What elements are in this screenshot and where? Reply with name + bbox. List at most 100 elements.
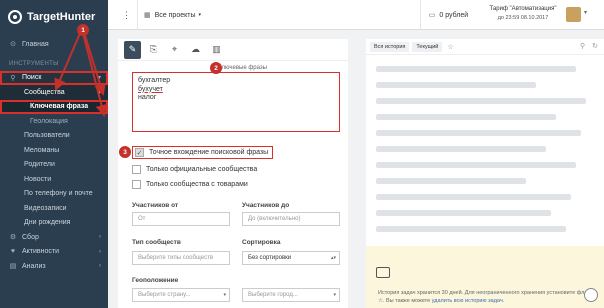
exact-match-label: Точное вхождение поисковой фразы: [149, 149, 269, 156]
sidebar-item-collection[interactable]: ⚙ Сбор ›: [0, 230, 108, 245]
keyword-line: бухгалтер: [138, 77, 171, 84]
members-from-placeholder: От: [138, 216, 146, 222]
tariff-info[interactable]: Тариф "Автоматизация" до 23:59 08.10.201…: [480, 5, 566, 23]
sort-select[interactable]: Без сортировки ▴▾: [242, 251, 340, 265]
chart-icon: ▤: [9, 263, 17, 271]
topbar: ⋮ ▦ Все проекты ▾ ▭ 0 рублей Тариф "Авто…: [108, 0, 604, 30]
balance[interactable]: ▭ 0 рублей: [420, 0, 476, 30]
chevron-down-icon: ▾: [333, 292, 336, 298]
balance-value: 0 рублей: [439, 11, 469, 19]
search-form-card: ✎ ⎘ ⌖ ☁ ▥ Ключевые фразы бухгалтер бухуч…: [118, 39, 348, 308]
with-goods-checkbox[interactable]: Только сообщества с товарами: [132, 178, 248, 191]
sidebar-item-activity[interactable]: ♥ Активности ›: [0, 245, 108, 260]
official-only-checkbox[interactable]: Только официальные сообщества: [132, 163, 257, 176]
keyword-line: налог: [138, 94, 157, 101]
main-content: ✎ ⎘ ⌖ ☁ ▥ Ключевые фразы бухгалтер бухуч…: [108, 30, 604, 308]
projects-dropdown[interactable]: ▦ Все проекты ▾: [144, 8, 201, 22]
sidebar-item-label: Родители: [24, 161, 55, 169]
chevron-right-icon: ›: [99, 234, 101, 241]
chevron-right-icon: ›: [99, 263, 101, 270]
sidebar-item-label: Поиск: [22, 74, 42, 82]
checkbox-icon: [132, 180, 141, 189]
video-icon[interactable]: [376, 267, 390, 278]
history-entry: [376, 162, 576, 168]
edit-icon[interactable]: ✎: [124, 40, 141, 59]
tariff-name: Тариф "Автоматизация": [489, 6, 557, 12]
exact-match-checkbox[interactable]: ✓ Точное вхождение поисковой фразы: [132, 146, 274, 159]
official-only-label: Только официальные сообщества: [146, 166, 258, 173]
chat-icon[interactable]: [584, 288, 598, 302]
sidebar-item-label: Ключевая фраза: [30, 103, 89, 111]
history-entry: [376, 226, 566, 232]
star-icon[interactable]: ☆: [447, 43, 453, 51]
community-type-label: Тип сообществ: [132, 239, 181, 246]
sidebar-item-parents[interactable]: Родители: [0, 158, 108, 173]
chevron-down-icon[interactable]: ▾: [584, 9, 587, 16]
heart-icon: ♥: [10, 248, 16, 256]
sidebar-item-label: Главная: [22, 40, 49, 48]
sidebar-item-analysis[interactable]: ▤ Анализ ›: [0, 259, 108, 274]
sidebar-item-home[interactable]: ⊙ Главная: [0, 37, 108, 52]
location-icon[interactable]: ⌖: [166, 41, 183, 59]
keywords-textarea[interactable]: бухгалтер бухучет налог: [132, 72, 340, 132]
sidebar-item-label: Сбор: [22, 233, 39, 241]
chevron-right-icon: ›: [99, 248, 101, 255]
tab-all-history[interactable]: Вся история: [370, 41, 410, 52]
sidebar-item-users[interactable]: Пользователи: [0, 129, 108, 144]
step-badge-1: 1: [77, 24, 89, 36]
sidebar-item-label: Видеозаписи: [24, 204, 67, 212]
step-badge-2: 2: [210, 62, 222, 74]
sidebar-item-label: Сообщества: [24, 88, 65, 96]
folder-icon: ▦: [144, 12, 151, 19]
geo-label: Геоположение: [132, 277, 179, 284]
chevron-updown-icon: ▴▾: [330, 255, 336, 261]
copy-icon[interactable]: ⎘: [145, 41, 162, 59]
search-icon[interactable]: ⚲: [580, 43, 585, 50]
wallet-icon: ▭: [428, 12, 436, 19]
history-entry: [376, 98, 586, 104]
sidebar-item-videos[interactable]: Видеозаписи: [0, 201, 108, 216]
sidebar-item-label: Пользователи: [24, 132, 70, 140]
refresh-icon[interactable]: ↻: [592, 43, 598, 50]
book-icon[interactable]: ▥: [208, 41, 225, 59]
country-placeholder: Выберите страну...: [138, 292, 191, 298]
history-entry: [376, 210, 551, 216]
sidebar-section-tools: ИНСТРУМЕНТЫ: [9, 60, 59, 67]
sidebar-item-label: Активности: [22, 248, 60, 256]
logo[interactable]: TargetHunter: [0, 0, 108, 34]
checkbox-icon: [132, 165, 141, 174]
history-entry: [376, 146, 546, 152]
history-panel: Вся история Текущий ☆ ⚲ ↻ История задач …: [366, 39, 604, 308]
projects-label: Все проекты: [154, 11, 196, 19]
history-entry: [376, 178, 526, 184]
sidebar-item-music[interactable]: Меломаны: [0, 143, 108, 158]
city-placeholder: Выберите город...: [248, 292, 298, 298]
avatar[interactable]: [566, 7, 581, 22]
cloud-upload-icon[interactable]: ☁: [187, 41, 204, 59]
members-to-placeholder: До (включительно): [248, 216, 301, 222]
tab-current[interactable]: Текущий: [412, 41, 443, 52]
logo-text: TargetHunter: [27, 11, 96, 23]
sidebar-item-keyword[interactable]: Ключевая фраза: [0, 99, 108, 114]
members-from-input[interactable]: От: [132, 212, 230, 226]
sidebar-item-label: Геолокация: [30, 117, 68, 125]
country-select[interactable]: Выберите страну... ▾: [132, 288, 230, 302]
sidebar-item-news[interactable]: Новости: [0, 172, 108, 187]
chevron-down-icon: ▾: [223, 292, 226, 298]
sidebar-item-communities[interactable]: Сообщества ▾: [0, 85, 108, 100]
menu-dots-icon[interactable]: ⋮: [116, 0, 138, 30]
members-to-input[interactable]: До (включительно): [242, 212, 340, 226]
chevron-down-icon: ▾: [198, 12, 201, 18]
logo-icon: [8, 10, 22, 24]
sidebar-item-label: Дни рождения: [24, 219, 71, 227]
city-select[interactable]: Выберите город... ▾: [242, 288, 340, 302]
community-type-select[interactable]: Выберите типы сообществ: [132, 251, 230, 265]
checkbox-checked-icon: ✓: [135, 148, 144, 157]
history-tabs: Вся история Текущий ☆ ⚲ ↻: [366, 39, 604, 55]
delete-history-link[interactable]: удалить всю историю задач.: [432, 298, 505, 304]
sidebar-item-phone-email[interactable]: По телефону и почте: [0, 187, 108, 202]
sidebar-item-geolocation[interactable]: Геолокация: [0, 114, 108, 129]
sidebar-item-search[interactable]: ⚲ Поиск ▾: [0, 70, 108, 85]
chevron-down-icon: ▾: [97, 89, 101, 96]
sidebar-item-birthdays[interactable]: Дни рождения: [0, 216, 108, 231]
